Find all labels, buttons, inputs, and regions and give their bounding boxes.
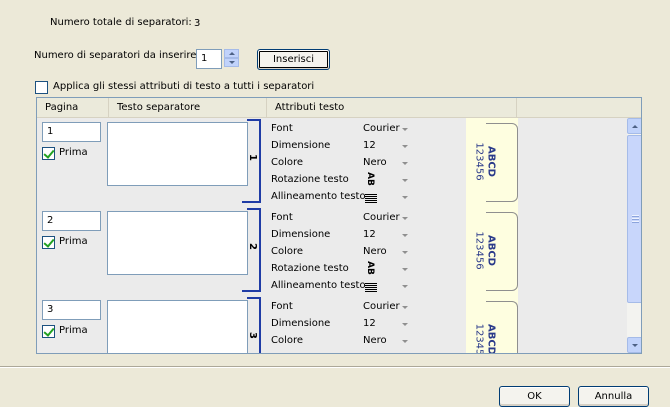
total-separators-value: 3 xyxy=(194,18,201,29)
insert-count-input[interactable]: 1 xyxy=(196,49,222,69)
stepper-down-icon[interactable] xyxy=(224,58,239,67)
chevron-down-icon[interactable] xyxy=(402,162,408,165)
tab-text-line-2: 12345 xyxy=(473,323,485,354)
column-header-text[interactable]: Testo separatore xyxy=(109,98,267,117)
stepper-up-icon[interactable] xyxy=(224,49,239,58)
size-value[interactable]: 12 xyxy=(363,318,376,329)
rotation-label: Rotazione testo xyxy=(271,263,349,274)
font-value[interactable]: Courier xyxy=(363,123,400,134)
separator-bracket xyxy=(242,208,261,292)
size-label: Dimensione xyxy=(271,229,331,240)
cancel-button[interactable]: Annulla xyxy=(578,386,649,407)
separator-row: 1 Prima 1 Font Courier Dimensione 12 Col… xyxy=(37,118,627,207)
separator-rows: 1 Prima 1 Font Courier Dimensione 12 Col… xyxy=(37,118,627,354)
font-label: Font xyxy=(271,212,293,223)
font-label: Font xyxy=(271,301,293,312)
tab-text-line-2: 123456 xyxy=(473,142,485,181)
separator-text-input[interactable] xyxy=(107,122,248,186)
first-label: Prima xyxy=(59,236,88,247)
tab-text-line-1: ABCD xyxy=(485,145,497,177)
chevron-down-icon[interactable] xyxy=(402,196,408,199)
scrollbar-thumb[interactable] xyxy=(627,135,641,303)
ok-button[interactable]: OK xyxy=(499,386,570,407)
separator-bracket xyxy=(247,297,261,353)
size-value[interactable]: 12 xyxy=(363,140,376,151)
alignment-label: Allineamento testo xyxy=(271,280,366,291)
separators-table: Pagina Testo separatore Attributi testo … xyxy=(36,97,642,354)
insert-count-stepper[interactable] xyxy=(224,49,239,67)
separator-index: 2 xyxy=(246,243,258,250)
chevron-down-icon[interactable] xyxy=(402,323,408,326)
scroll-down-icon[interactable] xyxy=(627,337,641,353)
color-label: Colore xyxy=(271,246,304,257)
chevron-down-icon[interactable] xyxy=(402,251,408,254)
insert-count-label: Numero di separatori da inserire: xyxy=(34,50,200,61)
font-value[interactable]: Courier xyxy=(363,301,400,312)
page-number-input[interactable]: 3 xyxy=(42,300,101,320)
chevron-down-icon[interactable] xyxy=(402,285,408,288)
first-label: Prima xyxy=(59,325,88,336)
color-value[interactable]: Nero xyxy=(363,157,387,168)
tab-preview: ABCD 123456 xyxy=(474,123,518,202)
separator-index: 1 xyxy=(246,154,258,161)
separator-row: 3 Prima 3 Font Courier Dimensione 12 Col… xyxy=(37,296,627,354)
column-header-page[interactable]: Pagina xyxy=(37,98,109,117)
total-separators-label: Numero totale di separatori: xyxy=(50,17,192,28)
tab-text-line-1: ABCD xyxy=(485,323,497,354)
tab-preview: ABCD 123456 xyxy=(474,212,518,291)
color-value[interactable]: Nero xyxy=(363,246,387,257)
font-label: Font xyxy=(271,123,293,134)
chevron-down-icon[interactable] xyxy=(402,306,408,309)
color-value[interactable]: Nero xyxy=(363,335,387,346)
alignment-label: Allineamento testo xyxy=(271,191,366,202)
first-label: Prima xyxy=(59,147,88,158)
align-justify-icon[interactable] xyxy=(365,283,377,292)
apply-all-checkbox[interactable] xyxy=(35,81,48,94)
table-scrollbar[interactable] xyxy=(627,118,641,353)
column-header-attributes[interactable]: Attributi testo xyxy=(267,98,517,117)
chevron-down-icon[interactable] xyxy=(402,179,408,182)
tab-text-line-2: 123456 xyxy=(473,231,485,270)
page-number-input[interactable]: 2 xyxy=(42,211,101,231)
tab-text-line-1: ABCD xyxy=(485,234,497,266)
chevron-down-icon[interactable] xyxy=(402,268,408,271)
size-label: Dimensione xyxy=(271,140,331,151)
separator-text-input[interactable] xyxy=(107,211,248,275)
color-label: Colore xyxy=(271,335,304,346)
separator-bracket xyxy=(242,119,261,203)
insert-button[interactable]: Inserisci xyxy=(257,49,330,70)
first-checkbox[interactable] xyxy=(42,236,55,249)
separator-text-input[interactable] xyxy=(107,300,248,353)
apply-all-label: Applica gli stessi attributi di testo a … xyxy=(53,81,315,92)
rotation-label: Rotazione testo xyxy=(271,174,349,185)
separator-row: 2 Prima 2 Font Courier Dimensione 12 Col… xyxy=(37,207,627,296)
chevron-down-icon[interactable] xyxy=(402,234,408,237)
table-header: Pagina Testo separatore Attributi testo xyxy=(37,98,641,118)
color-label: Colore xyxy=(271,157,304,168)
page-number-input[interactable]: 1 xyxy=(42,122,101,142)
scroll-up-icon[interactable] xyxy=(627,118,641,134)
footer-divider-highlight xyxy=(0,367,670,368)
ab-rotated-icon[interactable]: AB xyxy=(365,172,375,186)
first-checkbox[interactable] xyxy=(42,325,55,338)
size-label: Dimensione xyxy=(271,318,331,329)
size-value[interactable]: 12 xyxy=(363,229,376,240)
chevron-down-icon[interactable] xyxy=(402,145,408,148)
tab-preview: ABCD 12345 xyxy=(474,301,518,354)
chevron-down-icon[interactable] xyxy=(402,217,408,220)
align-justify-icon[interactable] xyxy=(365,194,377,203)
chevron-down-icon[interactable] xyxy=(402,128,408,131)
separator-index: 3 xyxy=(246,332,258,339)
chevron-down-icon[interactable] xyxy=(402,340,408,343)
font-value[interactable]: Courier xyxy=(363,212,400,223)
first-checkbox[interactable] xyxy=(42,147,55,160)
ab-rotated-icon[interactable]: AB xyxy=(365,261,375,275)
